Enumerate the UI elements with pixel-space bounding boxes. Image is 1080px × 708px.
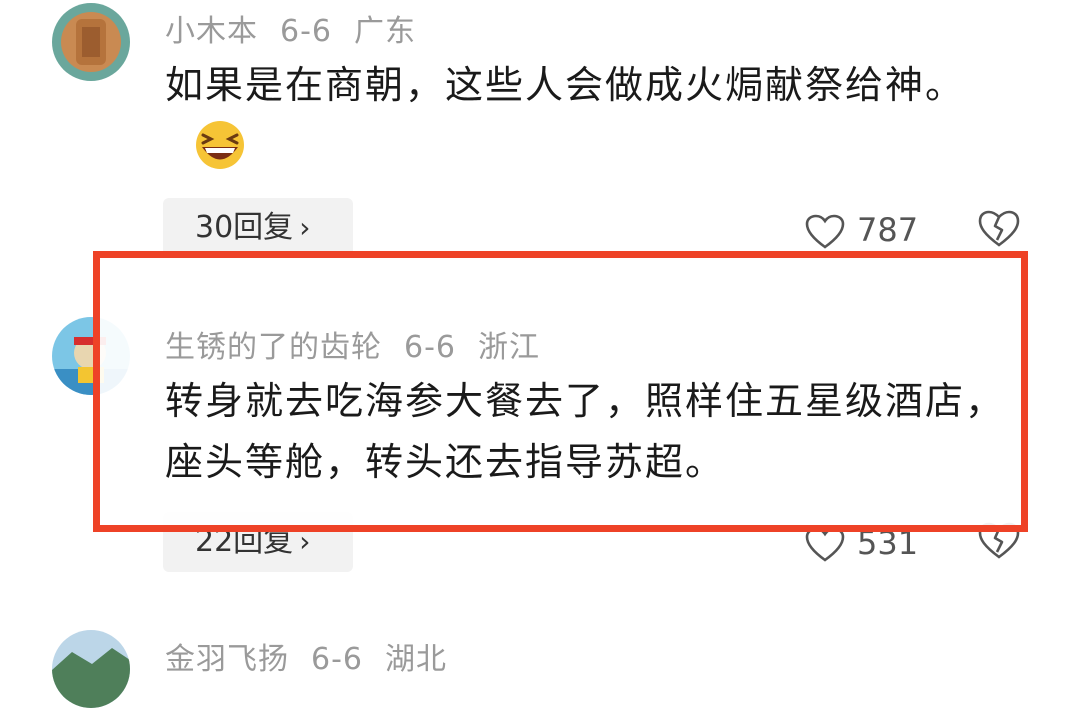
comment-date: 6-6: [404, 330, 456, 365]
replies-label: 30回复: [195, 210, 294, 245]
like-button[interactable]: 787: [805, 205, 918, 255]
heart-icon: [805, 214, 845, 249]
username[interactable]: 金羽飞扬: [165, 642, 289, 677]
avatar[interactable]: [52, 630, 130, 708]
comment-meta: 小木本 6-6 广东: [165, 6, 438, 50]
comment-text-content: 如果是在商朝，这些人会做成火焗献祭给神。: [165, 63, 966, 107]
comment-text: 转身就去吃海参大餐去了，照样住五星级酒店，座头等舱，转头还去指导苏超。: [165, 379, 1006, 484]
username[interactable]: 小木本: [165, 14, 258, 49]
broken-heart-icon: [978, 210, 1020, 247]
replies-button[interactable]: 30回复 ›: [163, 198, 353, 258]
dislike-button[interactable]: [978, 210, 1020, 252]
comment-meta: 金羽飞扬 6-6 湖北: [165, 634, 469, 678]
comment-meta-overlay: 生锈的了的齿轮 6-6 浙江: [165, 322, 562, 366]
grinning-squinting-face-icon: [191, 120, 249, 170]
comment-date: 6-6: [280, 14, 332, 49]
heart-icon: [805, 527, 845, 562]
avatar[interactable]: [52, 3, 130, 81]
comment-date: 6-6: [311, 642, 363, 677]
username[interactable]: 生锈的了的齿轮: [165, 330, 382, 365]
comment-location: 湖北: [385, 642, 447, 677]
comment-location: 广东: [354, 14, 416, 49]
comment-text: 如果是在商朝，这些人会做成火焗献祭给神。: [165, 55, 1015, 177]
like-count: 787: [857, 211, 919, 249]
chevron-right-icon: ›: [299, 211, 311, 244]
comment-location: 浙江: [478, 330, 540, 365]
